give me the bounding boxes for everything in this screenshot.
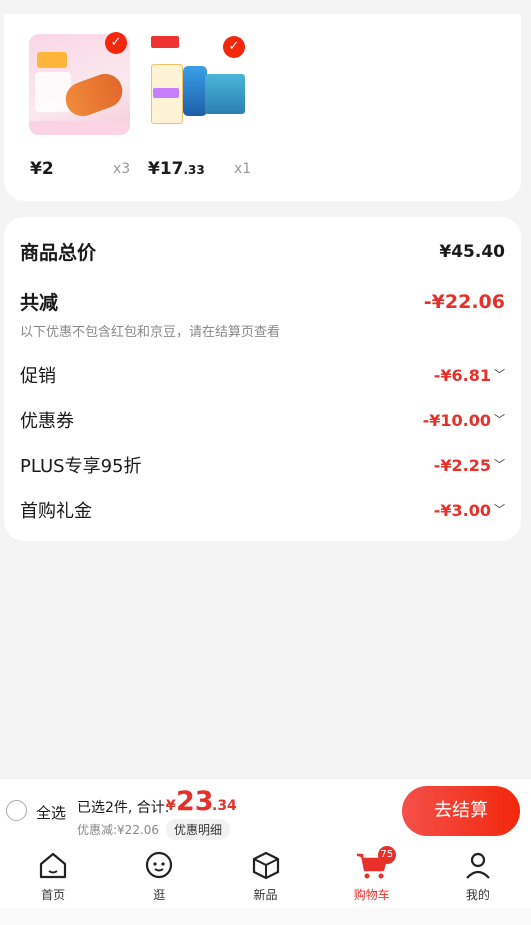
total-reduce-value: -¥22.06 <box>423 290 505 313</box>
tab-home-label: 首页 <box>41 888 66 902</box>
tab-mine-label: 我的 <box>465 888 490 902</box>
chevron-down-icon[interactable]: ﹀ <box>494 501 505 517</box>
cart-count-badge: 75 <box>377 846 396 864</box>
tab-mine[interactable]: 我的 <box>425 844 531 908</box>
goods-total-row: 商品总价 ¥45.40 <box>20 238 505 265</box>
product-quantity: x3 <box>113 161 131 177</box>
browse-face-icon <box>146 851 173 879</box>
product-selected-check[interactable]: ✓ <box>105 32 127 54</box>
total-reduce-label: 共减 <box>20 292 59 314</box>
total-amount-decimal: .34 <box>212 798 237 814</box>
tab-new[interactable]: 新品 <box>212 844 318 908</box>
discount-amount: 优惠减:¥22.06 <box>77 823 160 837</box>
product-price: ¥2 <box>30 159 54 179</box>
product-item[interactable]: ✓ <box>29 32 137 135</box>
price-summary-card: 商品总价 ¥45.40 共减 -¥22.06 以下优惠不包含红包和京豆，请在结算… <box>4 217 521 541</box>
goods-total-value: ¥45.40 <box>439 241 505 262</box>
plus-discount-label: PLUS专享95折 <box>20 456 142 477</box>
tab-cart-label: 购物车 <box>353 888 390 902</box>
select-all-radio[interactable] <box>6 800 27 821</box>
bottom-tab-bar: 首页 逛 新品 75 购物车 我的 <box>0 844 531 908</box>
coupon-value: -¥10.00 <box>422 410 491 430</box>
tab-browse-label: 逛 <box>153 888 166 902</box>
plus-discount-value: -¥2.25 <box>433 455 491 475</box>
home-icon <box>39 852 67 879</box>
box-icon <box>252 851 279 880</box>
total-amount-integer: 23 <box>176 786 214 817</box>
chevron-down-icon[interactable]: ﹀ <box>494 456 505 472</box>
coupon-row[interactable]: 优惠券 -¥10.00 ﹀ <box>20 407 505 433</box>
promotion-row[interactable]: 促销 -¥6.81 ﹀ <box>20 362 505 388</box>
total-reduce-row: 共减 -¥22.06 <box>20 288 505 315</box>
home-indicator-area <box>0 908 531 925</box>
product-selected-check[interactable]: ✓ <box>223 36 245 58</box>
select-all-label[interactable]: 全选 <box>36 802 66 823</box>
chevron-down-icon[interactable]: ﹀ <box>494 411 505 427</box>
discount-detail-button[interactable]: 优惠明细 <box>166 819 231 840</box>
product-price: ¥17.33 <box>148 159 205 179</box>
first-purchase-gift-value: -¥3.00 <box>433 500 491 520</box>
selected-count: 已选2件, 合计: <box>77 800 170 816</box>
promotion-label: 促销 <box>20 366 56 387</box>
tab-home[interactable]: 首页 <box>0 844 106 908</box>
tab-cart[interactable]: 75 购物车 <box>319 844 425 908</box>
plus-discount-row[interactable]: PLUS专享95折 -¥2.25 ﹀ <box>20 452 505 478</box>
discount-note: 以下优惠不包含红包和京豆，请在结算页查看 <box>20 325 281 340</box>
coupon-label: 优惠券 <box>20 411 74 432</box>
first-purchase-gift-row[interactable]: 首购礼金 -¥3.00 ﹀ <box>20 497 505 523</box>
checkout-button[interactable]: 去结算 <box>402 786 520 836</box>
promotion-value: -¥6.81 <box>433 365 491 385</box>
product-quantity: x1 <box>234 161 252 177</box>
tab-browse[interactable]: 逛 <box>106 844 212 908</box>
checkout-bar: 全选 已选2件, 合计: ¥ 23 .34 优惠减:¥22.06 优惠明细 去结… <box>0 778 531 844</box>
user-icon <box>466 852 490 879</box>
total-currency: ¥ <box>166 798 176 814</box>
goods-total-label: 商品总价 <box>20 242 97 264</box>
first-purchase-gift-label: 首购礼金 <box>20 501 92 522</box>
product-item[interactable]: ✓ <box>147 34 255 135</box>
chevron-down-icon[interactable]: ﹀ <box>494 366 505 382</box>
selected-products-card: ✓ ¥2 x3 ✓ ¥17.33 x1 <box>4 14 521 201</box>
tab-new-label: 新品 <box>253 888 278 902</box>
